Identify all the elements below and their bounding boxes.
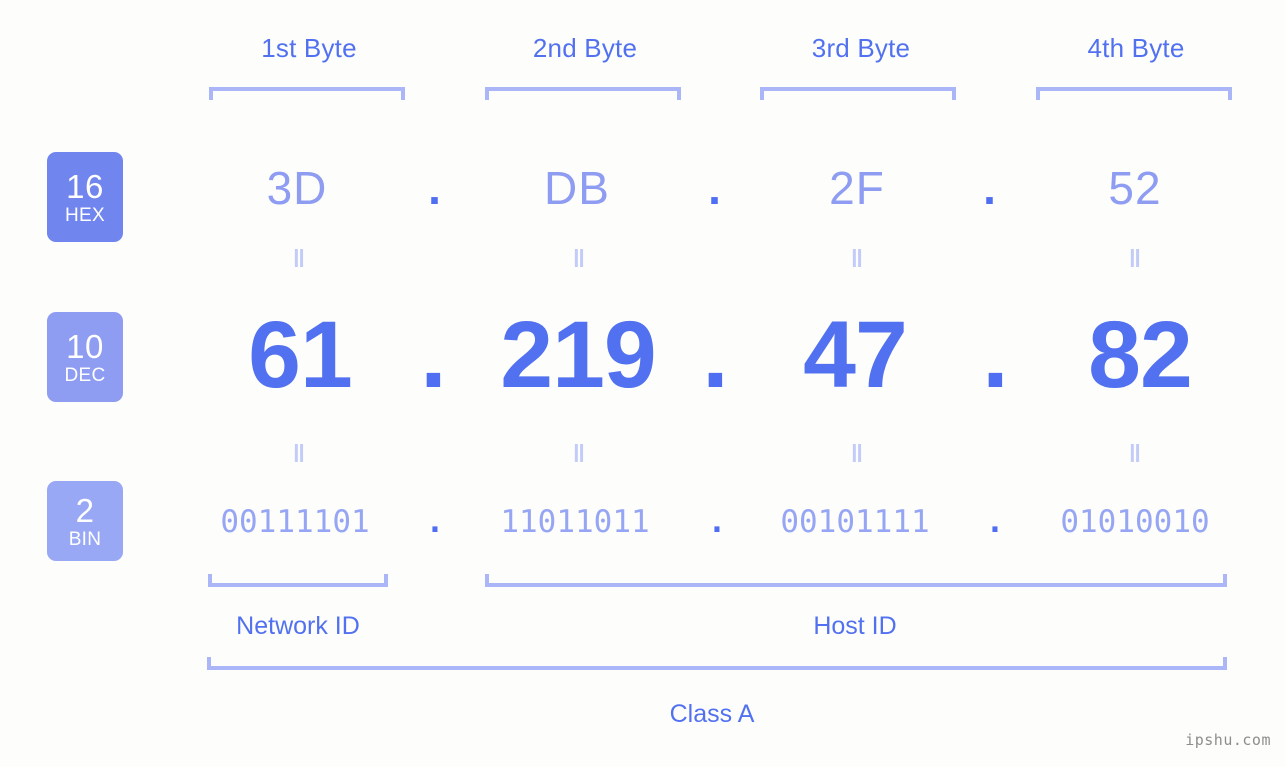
dec-octet-2: 219 — [500, 302, 657, 408]
bin-octet-1: 00111101 — [220, 504, 370, 540]
binary-value-row: 00111101 . 11011011 . 00101111 . 0101001… — [0, 495, 1285, 549]
equals-mark-hex-dec-1: ‖ — [292, 245, 308, 273]
network-id-bracket — [208, 574, 388, 587]
dec-octet-4: 82 — [1088, 302, 1193, 408]
ip-breakdown-diagram: 1st Byte 2nd Byte 3rd Byte 4th Byte 16 H… — [0, 0, 1285, 767]
dec-octet-1: 61 — [248, 302, 353, 408]
hex-separator-2: . — [708, 162, 722, 214]
equals-mark-dec-bin-3: ‖ — [850, 440, 866, 468]
decimal-value-row: 61 . 219 . 47 . 82 — [0, 300, 1285, 410]
byte-bracket-2 — [485, 87, 681, 100]
hex-octet-4: 52 — [1108, 162, 1162, 214]
equals-mark-hex-dec-3: ‖ — [850, 245, 866, 273]
equals-mark-dec-bin-2: ‖ — [572, 440, 588, 468]
byte-bracket-1 — [209, 87, 405, 100]
host-id-bracket — [485, 574, 1227, 587]
bin-separator-2: . — [707, 504, 727, 540]
byte-bracket-4 — [1036, 87, 1232, 100]
byte-header-1: 1st Byte — [261, 33, 357, 63]
hex-octet-2: DB — [544, 162, 610, 214]
ip-class-label: Class A — [669, 700, 755, 728]
dec-separator-2: . — [702, 302, 728, 408]
bin-separator-1: . — [425, 504, 445, 540]
byte-header-2: 2nd Byte — [532, 33, 638, 63]
bin-separator-3: . — [985, 504, 1005, 540]
equals-mark-hex-dec-4: ‖ — [1128, 245, 1144, 273]
hex-octet-1: 3D — [266, 162, 328, 214]
site-watermark: ipshu.com — [1185, 731, 1271, 749]
dec-octet-3: 47 — [803, 302, 908, 408]
hex-octet-3: 2F — [829, 162, 885, 214]
hex-separator-1: . — [428, 162, 442, 214]
host-id-label: Host ID — [813, 612, 897, 640]
byte-header-3: 3rd Byte — [811, 33, 911, 63]
dec-separator-1: . — [420, 302, 446, 408]
ip-class-bracket — [207, 657, 1227, 670]
hex-value-row: 3D . DB . 2F . 52 — [0, 152, 1285, 224]
network-id-label: Network ID — [236, 612, 360, 640]
equals-mark-dec-bin-4: ‖ — [1128, 440, 1144, 468]
equals-mark-dec-bin-1: ‖ — [292, 440, 308, 468]
equals-mark-hex-dec-2: ‖ — [572, 245, 588, 273]
bin-octet-3: 00101111 — [780, 504, 930, 540]
bin-octet-2: 11011011 — [500, 504, 650, 540]
byte-header-4: 4th Byte — [1087, 33, 1185, 63]
bin-octet-4: 01010010 — [1060, 504, 1210, 540]
dec-separator-3: . — [982, 302, 1008, 408]
hex-separator-3: . — [983, 162, 997, 214]
byte-bracket-3 — [760, 87, 956, 100]
